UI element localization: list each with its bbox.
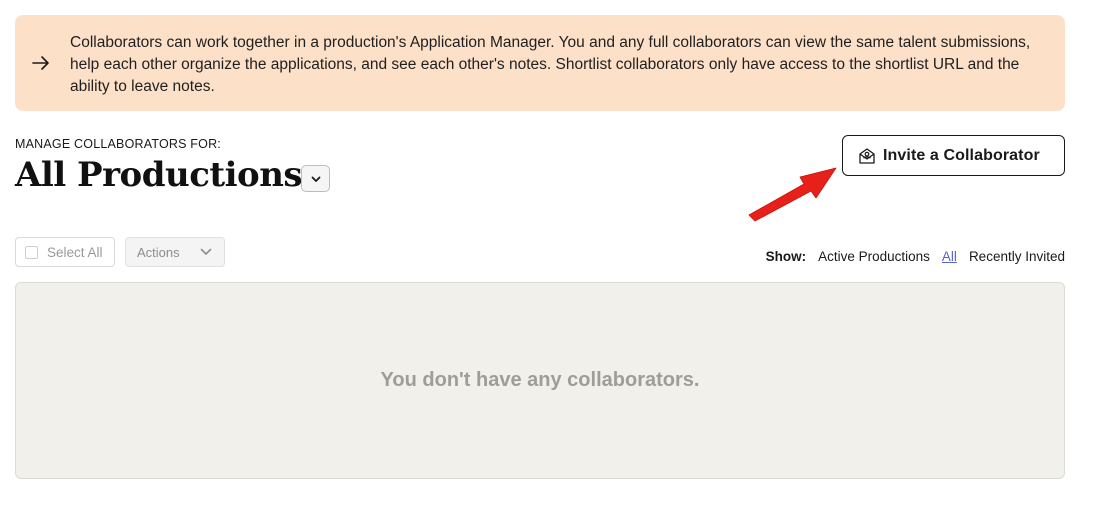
- envelope-user-icon: [859, 147, 875, 164]
- invite-collaborator-label: Invite a Collaborator: [883, 146, 1040, 164]
- red-arrow-icon: [748, 167, 837, 222]
- chevron-down-icon: [311, 176, 320, 182]
- banner-text: Collaborators can work together in a pro…: [70, 34, 1031, 95]
- filter-all[interactable]: All: [942, 249, 957, 264]
- actions-dropdown[interactable]: Actions: [125, 237, 225, 267]
- chevron-down-icon: [200, 248, 212, 255]
- actions-label: Actions: [137, 244, 180, 260]
- info-banner: Collaborators can work together in a pro…: [15, 15, 1065, 111]
- filter-active-productions[interactable]: Active Productions: [818, 249, 930, 264]
- show-filter: Show: Active Productions All Recently In…: [766, 249, 1065, 264]
- select-all-checkbox[interactable]: Select All: [15, 237, 115, 267]
- invite-collaborator-button[interactable]: Invite a Collaborator: [842, 135, 1065, 176]
- empty-state-message: You don't have any collaborators.: [380, 369, 700, 391]
- production-dropdown-button[interactable]: [301, 165, 330, 192]
- arrow-right-icon: [32, 56, 49, 70]
- checkbox[interactable]: [25, 245, 38, 259]
- collaborators-list: You don't have any collaborators.: [15, 282, 1065, 479]
- page-title: All Productions: [15, 155, 303, 195]
- show-label: Show:: [765, 249, 807, 264]
- manage-collaborators-label: MANAGE COLLABORATORS FOR:: [15, 137, 221, 151]
- filter-recently-invited[interactable]: Recently Invited: [969, 249, 1065, 264]
- select-all-label: Select All: [47, 244, 103, 260]
